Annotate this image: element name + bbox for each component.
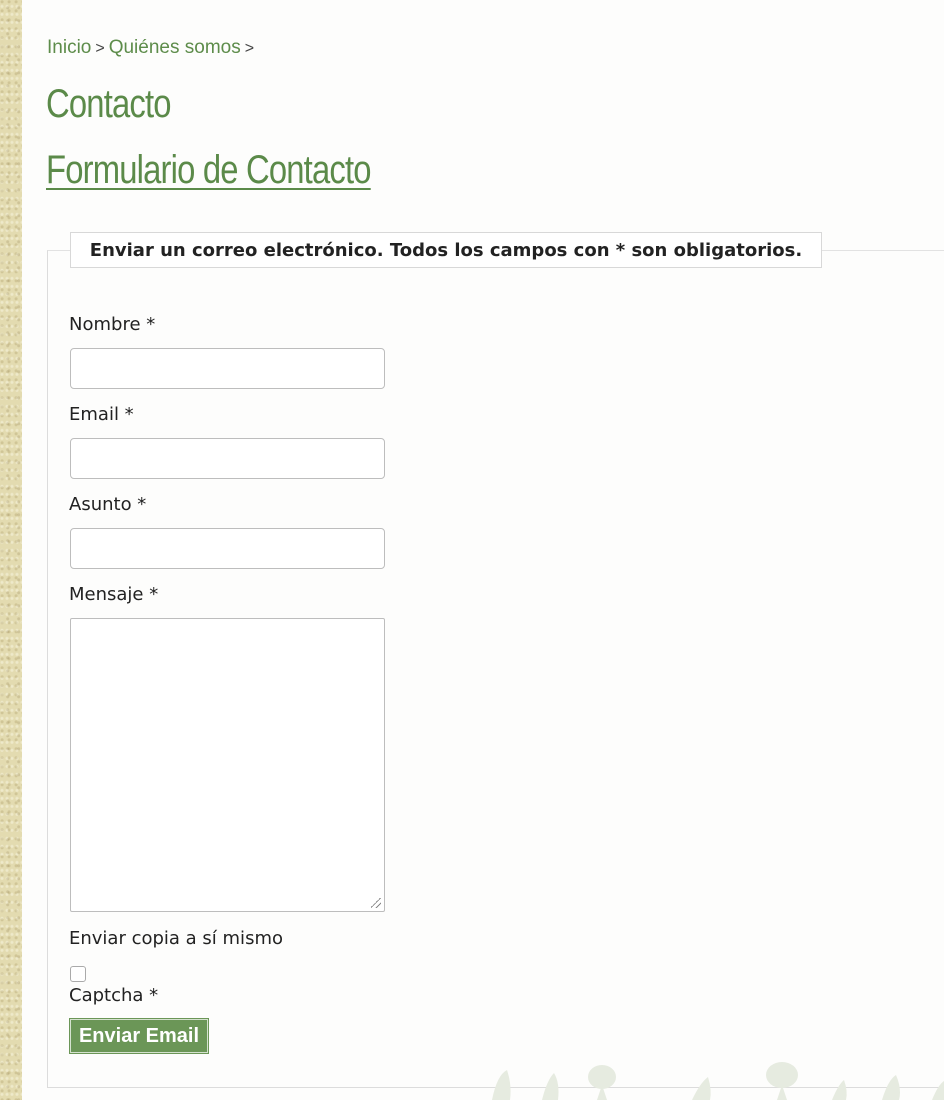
breadcrumb-separator: > — [95, 40, 105, 57]
decorative-side-strip — [0, 0, 22, 1100]
resize-grip-icon[interactable] — [371, 898, 381, 908]
breadcrumb-link-home[interactable]: Inicio — [47, 37, 91, 58]
name-label: Nombre * — [69, 314, 156, 335]
send-email-button[interactable]: Enviar Email — [70, 1019, 208, 1053]
subject-input[interactable] — [70, 528, 385, 569]
name-input[interactable] — [70, 348, 385, 389]
send-copy-checkbox[interactable] — [70, 966, 86, 982]
page-title: Contacto — [46, 82, 172, 126]
main-content: Inicio > Quiénes somos > Contacto Formulari… — [22, 0, 944, 1100]
breadcrumb-link-about[interactable]: Quiénes somos — [109, 37, 241, 58]
send-copy-label: Enviar copia a sí mismo — [69, 928, 283, 949]
email-label: Email * — [69, 404, 134, 425]
message-label: Mensaje * — [69, 584, 159, 605]
captcha-label: Captcha * — [69, 985, 159, 1006]
form-title-link[interactable]: Formulario de Contacto — [46, 148, 372, 193]
message-textarea[interactable] — [70, 618, 385, 912]
breadcrumb: Inicio > Quiénes somos > — [47, 37, 258, 59]
subject-label: Asunto * — [69, 494, 147, 515]
form-legend: Enviar un correo electrónico. Todos los … — [70, 232, 822, 268]
decorative-leaves-image — [492, 1062, 944, 1100]
breadcrumb-separator: > — [244, 40, 255, 57]
email-input[interactable] — [70, 438, 385, 479]
